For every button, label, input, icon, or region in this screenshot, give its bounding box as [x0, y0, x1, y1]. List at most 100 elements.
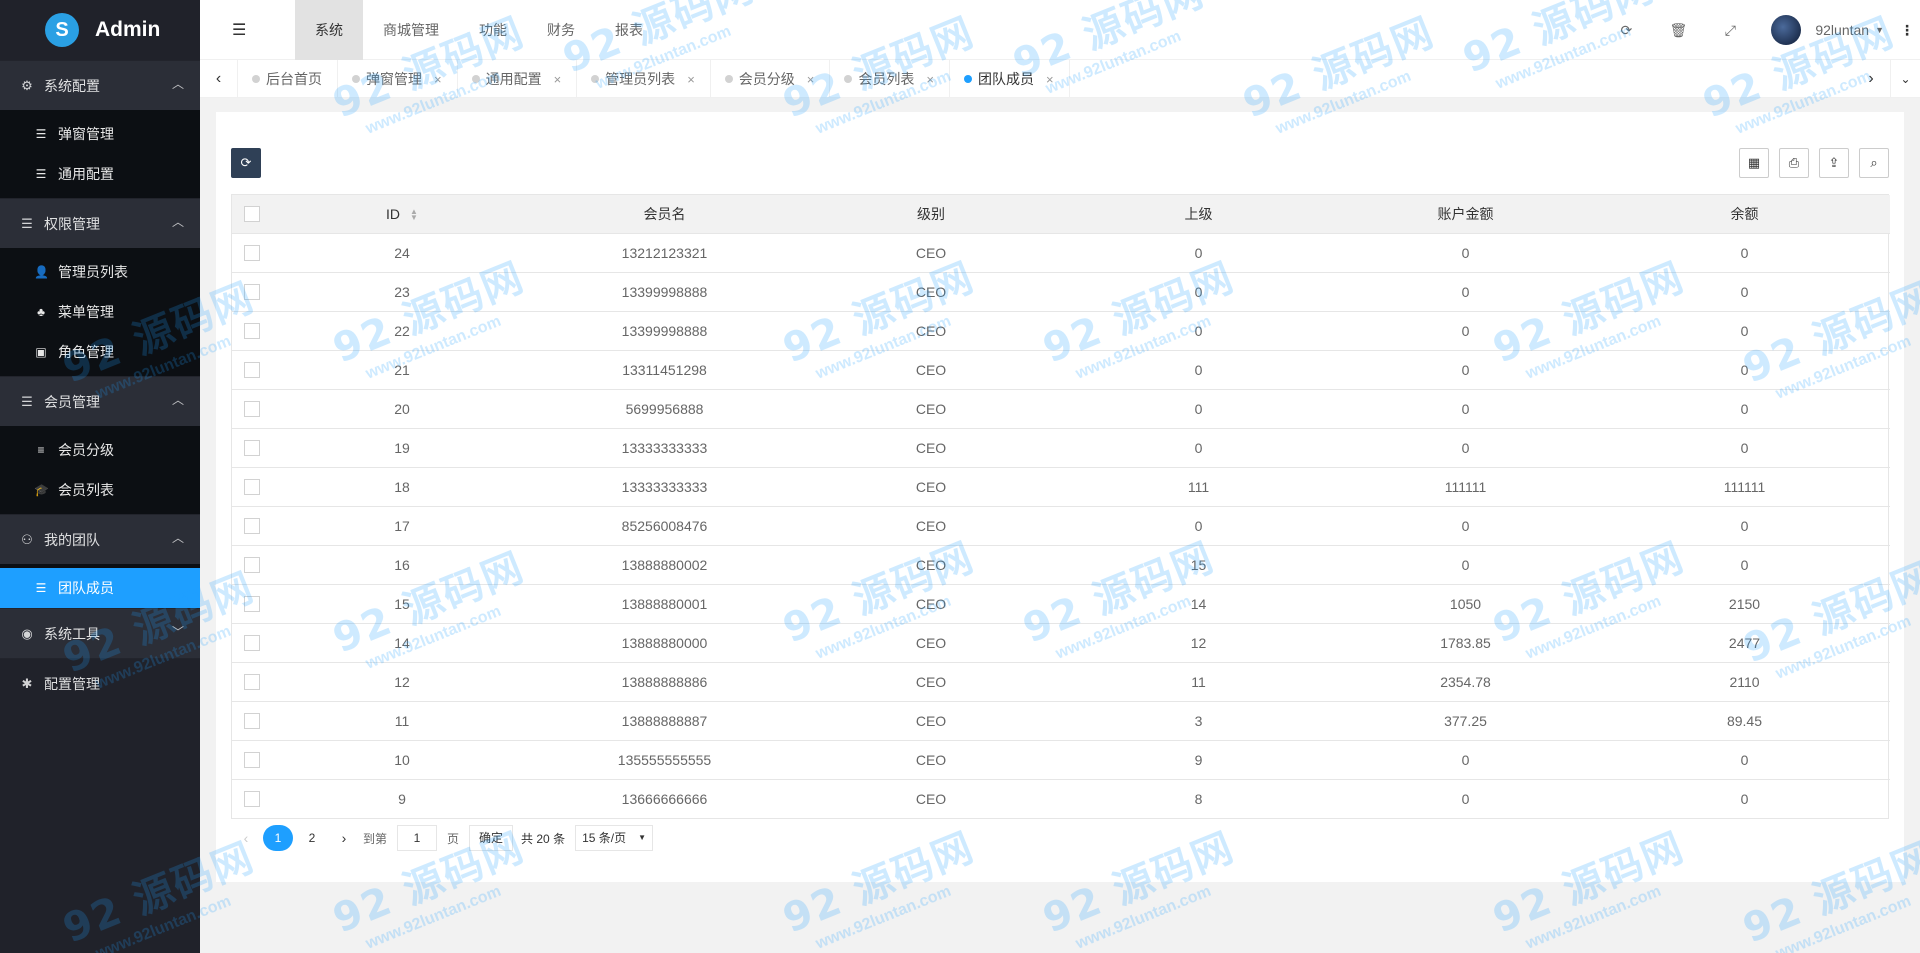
sidebar-group-label: 系统工具 [44, 625, 100, 642]
export-icon[interactable]: ⇪ [1819, 148, 1849, 178]
refresh-button[interactable]: ⟳ [231, 148, 261, 178]
sidebar-item-menu-manage[interactable]: ♣ 菜单管理 [0, 292, 200, 332]
tabs-prev-icon[interactable]: ‹ [200, 60, 238, 98]
top-menu-system[interactable]: 系统 [295, 0, 363, 60]
close-icon[interactable]: × [554, 72, 562, 87]
row-checkbox[interactable] [244, 713, 260, 730]
print-icon[interactable]: ⎙ [1779, 148, 1809, 178]
row-select-cell [232, 311, 272, 351]
top-menu-shop[interactable]: 商城管理 [363, 0, 459, 60]
cell-account-amount: 377.25 [1332, 701, 1599, 741]
fullscreen-icon[interactable]: ⤢ [1704, 22, 1756, 39]
cell-superior: 111 [1065, 467, 1332, 507]
tab-list: 后台首页 弹窗管理 × 通用配置 × 管理员列表 × 会员分级 × 会员列表 × [238, 60, 1070, 98]
prev-page-icon[interactable]: ‹ [231, 830, 261, 846]
tab-admin-list[interactable]: 管理员列表 × [577, 60, 711, 98]
row-checkbox[interactable] [244, 479, 260, 496]
cell-superior: 15 [1065, 545, 1332, 585]
close-icon[interactable]: × [687, 72, 695, 87]
close-icon[interactable]: × [807, 72, 815, 87]
row-checkbox[interactable] [244, 440, 260, 457]
sidebar-group-permissions[interactable]: ☰ 权限管理 ︿ [0, 198, 200, 248]
row-select-cell [232, 272, 272, 312]
sort-icon[interactable]: ▲ ▼ [410, 208, 418, 222]
logo[interactable]: S Admin [0, 0, 200, 60]
row-select-cell [232, 740, 272, 780]
tab-member-list[interactable]: 会员列表 × [830, 60, 950, 98]
next-page-icon[interactable]: › [329, 830, 359, 846]
column-header-id[interactable]: ID ▲ ▼ [272, 195, 532, 234]
row-checkbox[interactable] [244, 401, 260, 418]
user-menu[interactable]: 92luntan ▼ [1756, 15, 1894, 45]
list-icon: ☰ [35, 581, 47, 595]
row-checkbox[interactable] [244, 557, 260, 574]
sidebar-toggle-icon[interactable]: ☰ [232, 20, 246, 40]
sidebar-group-config-manage[interactable]: ✱ 配置管理 [0, 658, 200, 708]
tabs-next-icon[interactable]: › [1852, 60, 1890, 98]
select-all-checkbox[interactable] [244, 206, 260, 223]
row-checkbox[interactable] [244, 362, 260, 379]
sidebar-item-label: 会员分级 [58, 442, 114, 458]
list-icon: ☰ [35, 167, 47, 181]
cell-level: CEO [797, 623, 1065, 663]
row-checkbox[interactable] [244, 752, 260, 769]
sidebar-group-my-team[interactable]: ⚇ 我的团队 ︿ [0, 514, 200, 564]
page-2-button[interactable]: 2 [297, 825, 327, 851]
sidebar-item-role-manage[interactable]: ▣ 角色管理 [0, 332, 200, 372]
cell-id: 20 [272, 389, 532, 429]
sidebar-item-general-config[interactable]: ☰ 通用配置 [0, 154, 200, 194]
confirm-button[interactable]: 确定 [469, 825, 514, 851]
tab-team-members[interactable]: 团队成员 × [950, 60, 1070, 98]
cell-superior: 0 [1065, 506, 1332, 546]
row-checkbox[interactable] [244, 635, 260, 652]
sidebar-item-team-members[interactable]: ☰ 团队成员 [0, 568, 200, 608]
close-icon[interactable]: × [434, 72, 442, 87]
cell-id: 16 [272, 545, 532, 585]
tab-home[interactable]: 后台首页 [238, 60, 338, 98]
tab-general-config[interactable]: 通用配置 × [458, 60, 578, 98]
top-menu-functions[interactable]: 功能 [459, 0, 527, 60]
table-row: 22 13399998888 CEO 0 0 0 [232, 311, 1890, 351]
tab-label: 会员分级 [738, 71, 795, 87]
refresh-icon[interactable]: ⟳ [1600, 22, 1652, 39]
cell-level: CEO [797, 467, 1065, 507]
row-checkbox[interactable] [244, 596, 260, 613]
sidebar-item-popup-manage[interactable]: ☰ 弹窗管理 [0, 114, 200, 154]
tabs-dropdown-icon[interactable]: ⌄ [1890, 60, 1920, 98]
row-checkbox[interactable] [244, 518, 260, 535]
row-checkbox[interactable] [244, 323, 260, 340]
cell-member-name: 13888880001 [532, 584, 797, 624]
sidebar-item-member-list[interactable]: 🎓 会员列表 [0, 470, 200, 510]
columns-icon[interactable]: ▦ [1739, 148, 1769, 178]
sidebar-group-system-config[interactable]: ⚙ 系统配置 ︿ [0, 60, 200, 110]
row-checkbox[interactable] [244, 791, 260, 808]
row-checkbox[interactable] [244, 674, 260, 691]
sidebar-group-system-tools[interactable]: ◉ 系统工具 ﹀ [0, 608, 200, 658]
close-icon[interactable]: × [926, 72, 934, 87]
top-menu-reports[interactable]: 报表 [595, 0, 663, 60]
cell-superior: 12 [1065, 623, 1332, 663]
row-checkbox[interactable] [244, 284, 260, 301]
sidebar-item-admin-list[interactable]: 👤 管理员列表 [0, 252, 200, 292]
sidebar-group-members[interactable]: ☰ 会员管理 ︿ [0, 376, 200, 426]
goto-page-input[interactable]: 1 [397, 825, 438, 851]
tab-member-levels[interactable]: 会员分级 × [711, 60, 831, 98]
tab-label: 通用配置 [485, 71, 542, 87]
page-1-button[interactable]: 1 [263, 825, 293, 851]
top-menu-finance[interactable]: 财务 [527, 0, 595, 60]
sidebar-item-member-levels[interactable]: ≡ 会员分级 [0, 430, 200, 470]
cell-member-name: 13311451298 [532, 350, 797, 390]
cell-balance: 0 [1599, 272, 1890, 312]
close-icon[interactable]: × [1046, 72, 1054, 87]
row-checkbox[interactable] [244, 245, 260, 262]
trash-icon[interactable]: 🗑 [1652, 22, 1704, 39]
page-unit-label: 页 [447, 831, 460, 846]
cell-balance: 0 [1599, 428, 1890, 468]
row-select-cell [232, 350, 272, 390]
more-icon[interactable]: ⋮ [1894, 22, 1920, 39]
cell-id: 23 [272, 272, 532, 312]
tab-popup-manage[interactable]: 弹窗管理 × [338, 60, 458, 98]
per-page-select[interactable]: 15 条/页 ▼ [575, 825, 654, 851]
search-icon[interactable]: ⌕ [1859, 148, 1889, 178]
sidebar-item-label: 管理员列表 [58, 264, 128, 280]
